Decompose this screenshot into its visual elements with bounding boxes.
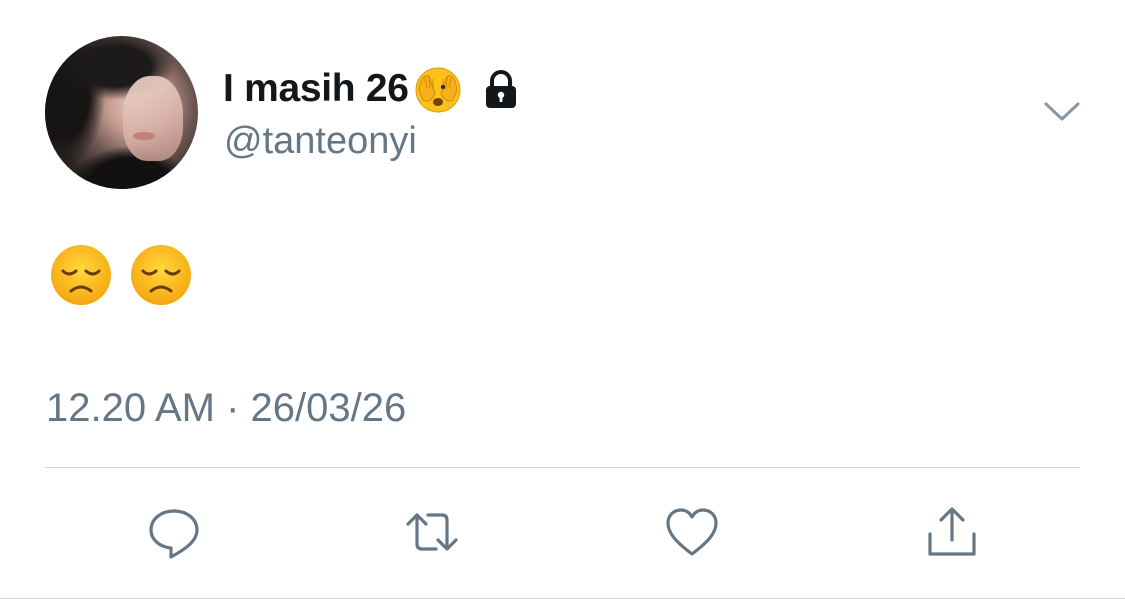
lock-icon: [485, 70, 516, 108]
tweet-body: [49, 243, 193, 307]
retweet-button[interactable]: [400, 500, 464, 564]
comment-icon: [149, 509, 199, 559]
bottom-divider: [0, 598, 1125, 599]
like-button[interactable]: [660, 500, 724, 564]
display-name[interactable]: I masih 26: [223, 67, 409, 111]
user-handle[interactable]: @tanteonyi: [224, 120, 417, 163]
disappointed-face-icon: [51, 245, 111, 305]
tweet-timestamp[interactable]: 12.20 AM · 26/03/26: [46, 386, 406, 431]
heart-icon: [666, 508, 718, 556]
disappointed-face-icon: [131, 245, 191, 305]
profile-avatar[interactable]: [45, 36, 198, 189]
share-button[interactable]: [920, 500, 984, 564]
share-icon: [928, 507, 976, 556]
action-bar: [0, 500, 1125, 570]
face-with-hands-over-eyes-icon: [415, 67, 461, 113]
tweet-card: I masih 26 @tanteonyi 12.20 AM · 26/03/2…: [0, 0, 1125, 601]
reply-button[interactable]: [142, 500, 206, 564]
retweet-icon: [406, 513, 458, 551]
chevron-down-icon[interactable]: [1043, 100, 1081, 124]
divider: [45, 467, 1080, 468]
user-name-row: I masih 26: [223, 64, 523, 114]
